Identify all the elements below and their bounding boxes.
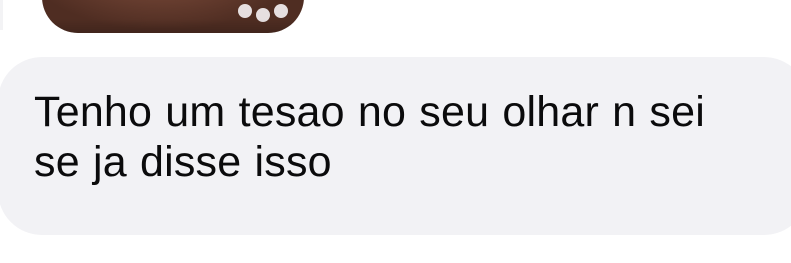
chat-view: Tenho um tesao no seu olhar n sei se ja … — [0, 0, 791, 263]
chat-edge — [0, 0, 3, 30]
message-line: Tenho um tesao no seu olhar n sei — [34, 88, 705, 136]
text-message-bubble[interactable]: Tenho um tesao no seu olhar n sei se ja … — [0, 57, 791, 235]
photo-detail — [274, 4, 288, 18]
photo-shadow — [42, 19, 304, 33]
message-line: se ja disse isso — [34, 138, 332, 186]
photo-message[interactable] — [42, 0, 304, 33]
photo-detail — [238, 4, 252, 18]
message-text: Tenho um tesao no seu olhar n sei se ja … — [34, 87, 788, 187]
